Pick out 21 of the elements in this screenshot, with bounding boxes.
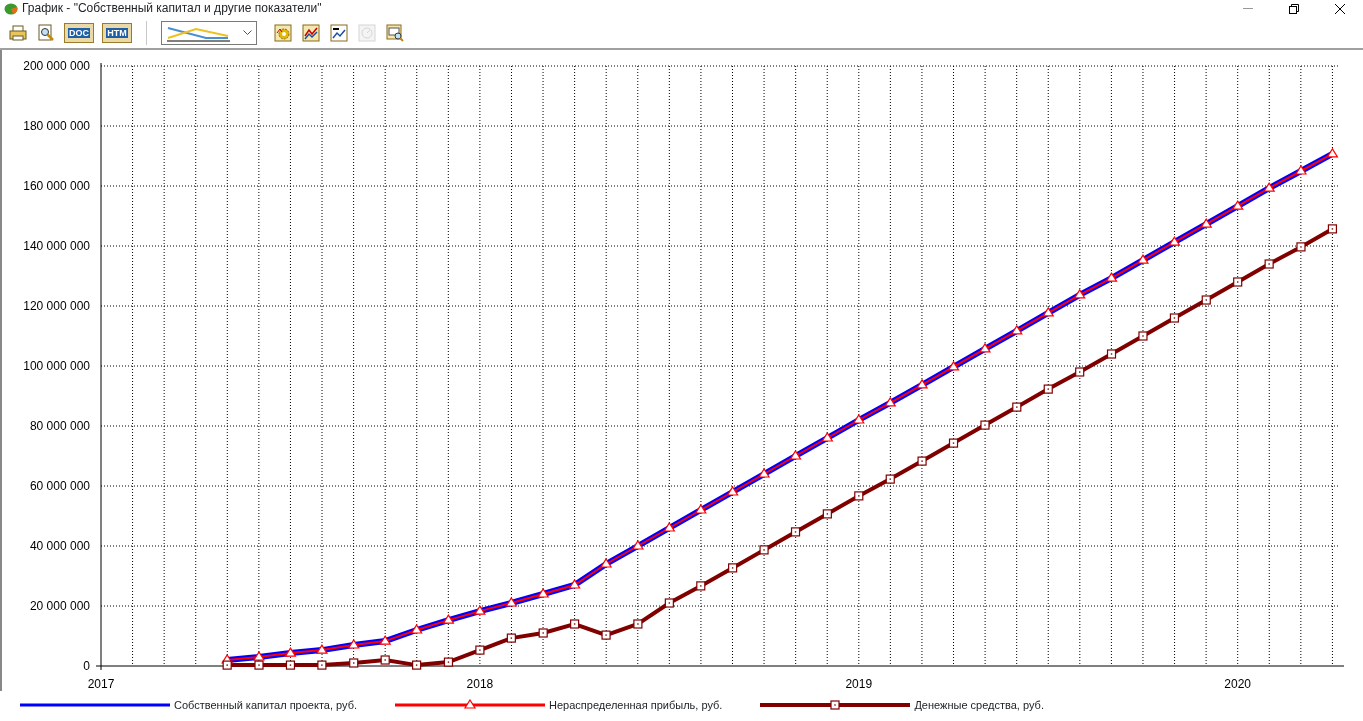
legend-label: Собственный капитал проекта, руб. bbox=[174, 697, 357, 713]
x-tick-label: 2017 bbox=[87, 677, 115, 691]
y-tick-label: 40 000 000 bbox=[29, 539, 90, 553]
format-label: HTM bbox=[106, 27, 128, 38]
y-tick-label: 80 000 000 bbox=[29, 419, 90, 433]
y-tick-label: 120 000 000 bbox=[23, 299, 90, 313]
y-tick-label: 60 000 000 bbox=[29, 479, 90, 493]
legend-label: Денежные средства, руб. bbox=[914, 697, 1044, 713]
y-tick-label: 180 000 000 bbox=[23, 119, 90, 133]
legend-label: Нераспределенная прибыль, руб. bbox=[549, 697, 723, 713]
y-tick-label: 100 000 000 bbox=[23, 359, 90, 373]
format-label: DOC bbox=[68, 27, 90, 38]
y-tick-label: 200 000 000 bbox=[23, 59, 90, 73]
x-tick-label: 2018 bbox=[466, 677, 494, 691]
y-tick-label: 140 000 000 bbox=[23, 239, 90, 253]
window-title: График - "Собственный капитал и другие показатели" bbox=[22, 0, 322, 17]
x-tick-label: 2019 bbox=[845, 677, 873, 691]
y-tick-label: 20 000 000 bbox=[29, 599, 90, 613]
y-tick-label: 160 000 000 bbox=[23, 179, 90, 193]
x-tick-label: 2020 bbox=[1224, 677, 1252, 691]
y-tick-label: 0 bbox=[83, 659, 90, 673]
